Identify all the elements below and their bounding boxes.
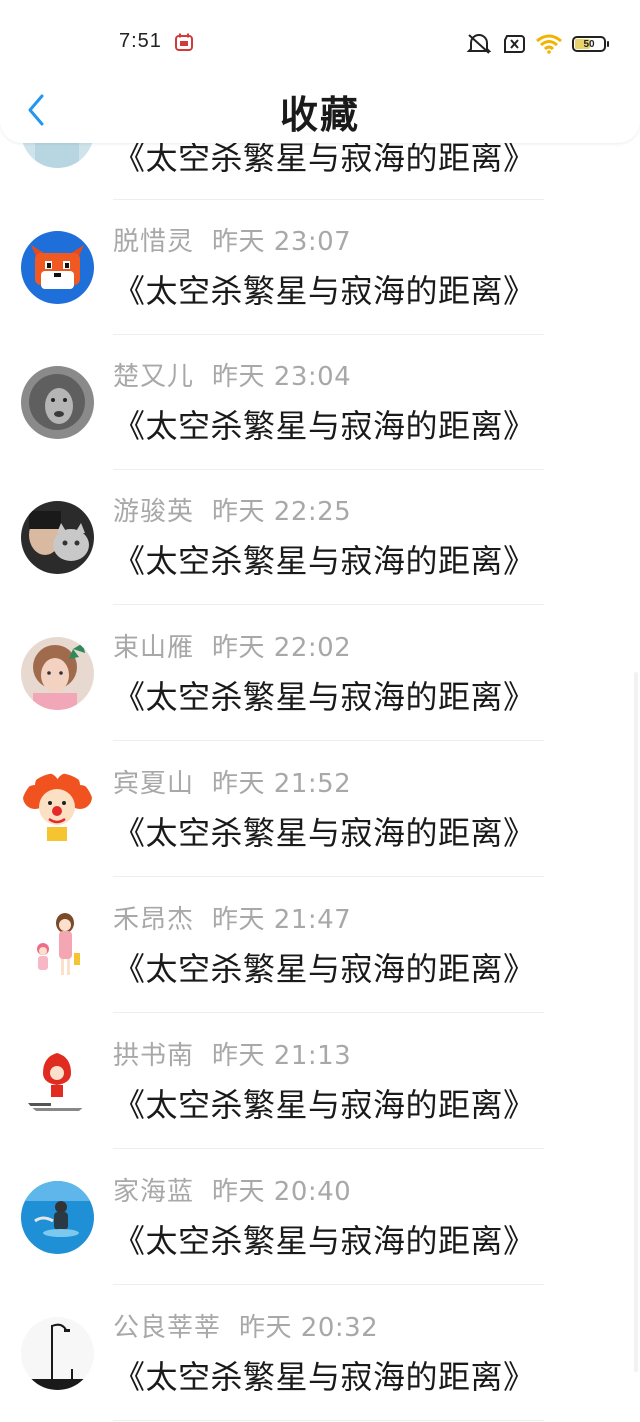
sea-swimmer-avatar-icon: [21, 1181, 94, 1254]
page-title: 收藏: [279, 93, 360, 137]
divider: [113, 1284, 544, 1285]
divider: [113, 740, 544, 741]
timestamp: 昨天 22:02: [212, 633, 352, 663]
list-item-meta: 拱书南 昨天 21:13: [113, 1038, 351, 1074]
lion-avatar-icon: [21, 366, 94, 439]
red-hood-avatar-icon: [21, 1045, 94, 1118]
status-time: 7:51: [119, 30, 162, 52]
list-item-meta: 宾夏山 昨天 21:52: [113, 766, 351, 802]
list-item[interactable]: 脱惜灵 昨天 23:07 《太空杀繁星与寂海的距离》: [0, 200, 640, 335]
clown-avatar-icon: [21, 773, 94, 846]
list-item[interactable]: 禾昂杰 昨天 21:47 《太空杀繁星与寂海的距离》: [0, 878, 640, 1013]
list-item[interactable]: 家海蓝 昨天 20:40 《太空杀繁星与寂海的距离》: [0, 1150, 640, 1285]
list-item[interactable]: 拱书南 昨天 21:13 《太空杀繁星与寂海的距离》: [0, 1014, 640, 1149]
avatar[interactable]: [21, 773, 94, 846]
list-item-title: 《太空杀繁星与寂海的距离》: [113, 1358, 536, 1396]
sim-off-icon: [504, 35, 525, 53]
author-name[interactable]: 束山雁: [113, 633, 194, 663]
battery-icon: 50: [572, 36, 609, 52]
list-item-meta: 公良莘莘 昨天 20:32: [113, 1310, 378, 1346]
scrollbar[interactable]: [634, 672, 638, 1372]
avatar[interactable]: [21, 637, 94, 710]
avatar[interactable]: [21, 1181, 94, 1254]
calendar-icon: [175, 33, 193, 51]
author-name[interactable]: 家海蓝: [113, 1177, 194, 1207]
favorites-list: 《太空杀繁星与寂海的距离》 脱惜灵昨天 23:07 《太空杀繁星与寂海的距离》: [0, 0, 640, 1422]
timestamp: 昨天 21:52: [212, 769, 352, 799]
list-item[interactable]: 楚又儿 昨天 23:04 《太空杀繁星与寂海的距离》: [0, 335, 640, 470]
avatar[interactable]: [21, 1045, 94, 1118]
divider: [113, 1012, 544, 1013]
person-with-cat-avatar-icon: [21, 501, 94, 574]
status-icons: 50: [466, 32, 609, 56]
timestamp: 昨天 20:32: [239, 1313, 379, 1343]
timestamp: 昨天 23:04: [212, 362, 352, 392]
list-item-title: 《太空杀繁星与寂海的距离》: [113, 678, 536, 716]
girl-with-bow-avatar-icon: [21, 637, 94, 710]
streetlamp-avatar-icon: [21, 1317, 94, 1390]
divider: [113, 604, 544, 605]
mute-icon: [466, 34, 492, 54]
avatar[interactable]: [21, 501, 94, 574]
list-item-meta: 束山雁 昨天 22:02: [113, 630, 351, 666]
avatar[interactable]: [21, 231, 94, 304]
author-name[interactable]: 公良莘莘: [113, 1313, 221, 1343]
list-item-meta: 楚又儿 昨天 23:04: [113, 359, 351, 395]
avatar[interactable]: [21, 366, 94, 439]
list-item-title: 《太空杀繁星与寂海的距离》: [113, 1222, 536, 1260]
timestamp: 昨天 23:07: [212, 227, 352, 257]
divider: [113, 1148, 544, 1149]
list-item-meta: 游骏英 昨天 22:25: [113, 494, 351, 530]
timestamp: 昨天 21:47: [212, 905, 352, 935]
wifi-icon: [536, 34, 562, 54]
list-item-title: 《太空杀繁星与寂海的距离》: [113, 814, 536, 852]
list-item-meta: 禾昂杰 昨天 21:47: [113, 902, 351, 938]
list-item[interactable]: 宾夏山 昨天 21:52 《太空杀繁星与寂海的距离》: [0, 742, 640, 877]
author-name[interactable]: 游骏英: [113, 497, 194, 527]
battery-level: 50: [583, 38, 595, 50]
list-item-title: 《太空杀繁星与寂海的距离》: [113, 542, 536, 580]
list-item-meta: 家海蓝 昨天 20:40: [113, 1174, 351, 1210]
author-name[interactable]: 宾夏山: [113, 769, 194, 799]
timestamp: 昨天 21:13: [212, 1041, 352, 1071]
author-name[interactable]: 拱书南: [113, 1041, 194, 1071]
avatar[interactable]: [21, 909, 94, 982]
header-bar: 7:51 50 收藏: [0, 0, 640, 143]
list-item-title: 《太空杀繁星与寂海的距离》: [113, 1086, 536, 1124]
list-item-meta: 脱惜灵 昨天 23:07: [113, 224, 351, 260]
list-item[interactable]: 束山雁 昨天 22:02 《太空杀繁星与寂海的距离》: [0, 606, 640, 741]
list-item-title: 《太空杀繁星与寂海的距离》: [113, 950, 536, 988]
list-item-title: 《太空杀繁星与寂海的距离》: [113, 272, 536, 310]
list-item[interactable]: 游骏英 昨天 22:25 《太空杀繁星与寂海的距离》: [0, 470, 640, 605]
list-item-title: 《太空杀繁星与寂海的距离》: [113, 407, 536, 445]
author-name[interactable]: 楚又儿: [113, 362, 194, 392]
avatar[interactable]: [21, 1317, 94, 1390]
author-name[interactable]: 脱惜灵: [113, 227, 194, 257]
cartoon-girls-avatar-icon: [21, 909, 94, 982]
timestamp: 昨天 22:25: [212, 497, 352, 527]
pixel-fox-avatar-icon: [21, 231, 94, 304]
list-item[interactable]: 公良莘莘 昨天 20:32 《太空杀繁星与寂海的距离》: [0, 1286, 640, 1421]
divider: [113, 1420, 544, 1421]
author-name[interactable]: 禾昂杰: [113, 905, 194, 935]
divider: [113, 876, 544, 877]
timestamp: 昨天 20:40: [212, 1177, 352, 1207]
